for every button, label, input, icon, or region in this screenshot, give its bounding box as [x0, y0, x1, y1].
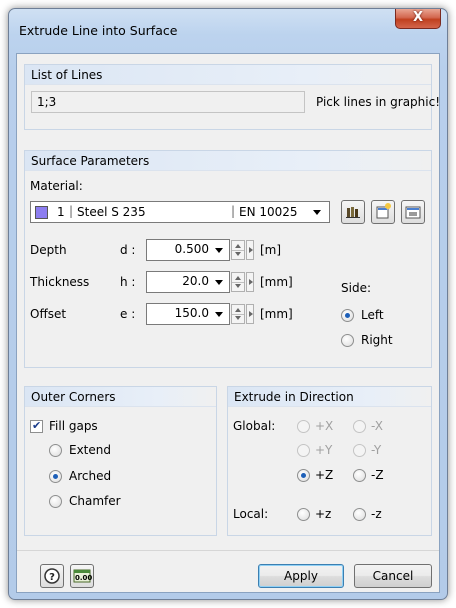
material-library-button[interactable] — [341, 200, 365, 224]
material-separator: | — [69, 204, 74, 218]
thickness-unit: [mm] — [260, 275, 293, 289]
footer-divider — [17, 550, 439, 551]
apply-button[interactable]: Apply — [258, 564, 344, 588]
list-of-lines-header: List of Lines — [25, 65, 431, 85]
chevron-down-icon — [215, 248, 223, 253]
global-minus-x-label: -X — [371, 419, 383, 433]
material-norm: EN 10025 — [239, 205, 298, 219]
side-left-radio[interactable] — [341, 309, 354, 322]
chevron-down-icon — [215, 280, 223, 285]
offset-symbol: e : — [120, 307, 136, 321]
corner-chamfer-label[interactable]: Chamfer — [69, 494, 121, 508]
thickness-value: 20.0 — [182, 274, 209, 288]
global-plus-x-radio[interactable] — [297, 420, 310, 433]
help-button[interactable]: ? — [40, 564, 64, 588]
dialog-client-area: List of Lines 1;3 Pick lines in graphic!… — [16, 53, 440, 593]
global-minus-z-label[interactable]: -Z — [371, 468, 384, 482]
material-label: Material: — [30, 179, 83, 193]
global-plus-y-label: +Y — [315, 443, 333, 457]
material-color-swatch — [35, 206, 48, 219]
global-plus-z-label[interactable]: +Z — [315, 468, 333, 482]
offset-step-button[interactable] — [246, 304, 254, 324]
depth-value: 0.500 — [174, 242, 209, 256]
surface-parameters-header: Surface Parameters — [25, 151, 431, 171]
close-icon: X — [412, 10, 424, 25]
offset-unit: [mm] — [260, 307, 293, 321]
side-label: Side: — [341, 281, 371, 295]
thickness-label: Thickness — [30, 275, 90, 289]
offset-spinner[interactable] — [231, 304, 245, 324]
fill-gaps-checkbox[interactable] — [30, 419, 43, 433]
side-right-label[interactable]: Right — [361, 333, 393, 347]
global-minus-y-label: -Y — [371, 443, 382, 457]
corner-extend-radio[interactable] — [49, 444, 62, 457]
chevron-down-icon — [313, 210, 321, 215]
svg-text:?: ? — [49, 572, 55, 583]
close-button[interactable]: X — [395, 9, 441, 29]
units-button[interactable]: 0.00 — [70, 564, 94, 588]
global-plus-z-radio[interactable] — [297, 469, 310, 482]
new-material-icon — [376, 203, 391, 219]
local-plus-z-label[interactable]: +z — [315, 507, 331, 521]
material-name: Steel S 235 — [77, 205, 146, 219]
material-number: 1 — [57, 205, 65, 219]
library-icon — [346, 207, 360, 218]
offset-input[interactable]: 150.0 — [146, 303, 230, 325]
dialog-window: Extrude Line into Surface X List of Line… — [8, 8, 448, 600]
local-minus-z-label[interactable]: -z — [371, 507, 382, 521]
local-minus-z-radio[interactable] — [353, 508, 366, 521]
corner-chamfer-radio[interactable] — [49, 495, 62, 508]
extrude-direction-header: Extrude in Direction — [228, 387, 431, 407]
thickness-spinner[interactable] — [231, 272, 245, 292]
local-plus-z-radio[interactable] — [297, 508, 310, 521]
new-material-button[interactable] — [371, 200, 395, 224]
pick-lines-link[interactable]: Pick lines in graphic! — [316, 95, 440, 109]
edit-material-icon — [405, 206, 421, 219]
cancel-button[interactable]: Cancel — [354, 564, 432, 588]
local-label: Local: — [233, 507, 269, 521]
depth-unit: [m] — [260, 243, 282, 257]
offset-label: Offset — [30, 307, 67, 321]
fill-gaps-label[interactable]: Fill gaps — [49, 419, 98, 433]
corner-arched-label[interactable]: Arched — [69, 469, 111, 483]
corner-arched-radio[interactable] — [49, 470, 62, 483]
surface-parameters-group: Surface Parameters Material: 1 | Steel S… — [24, 150, 432, 368]
edit-material-button[interactable] — [401, 200, 425, 224]
global-plus-x-label: +X — [315, 419, 334, 433]
offset-value: 150.0 — [174, 306, 209, 320]
global-minus-x-radio[interactable] — [353, 420, 366, 433]
global-plus-y-radio[interactable] — [297, 444, 310, 457]
outer-corners-group: Outer Corners Fill gaps Extend Arched Ch… — [24, 386, 217, 536]
side-right-radio[interactable] — [341, 334, 354, 347]
corner-extend-label[interactable]: Extend — [69, 443, 111, 457]
chevron-down-icon — [215, 312, 223, 317]
thickness-step-button[interactable] — [246, 272, 254, 292]
material-select[interactable]: 1 | Steel S 235 | EN 10025 — [30, 201, 330, 223]
thickness-input[interactable]: 20.0 — [146, 271, 230, 293]
outer-corners-header: Outer Corners — [25, 387, 216, 407]
depth-label: Depth — [30, 243, 67, 257]
material-separator-2: | — [231, 204, 236, 218]
units-icon-text: 0.00 — [75, 574, 93, 582]
lines-input[interactable]: 1;3 — [31, 91, 305, 113]
thickness-symbol: h : — [120, 275, 136, 289]
list-of-lines-group: List of Lines 1;3 Pick lines in graphic! — [24, 64, 440, 130]
side-left-label[interactable]: Left — [361, 308, 384, 322]
help-icon: ? — [44, 568, 60, 584]
extrude-direction-group: Extrude in Direction Global: +X -X +Y -Y… — [227, 386, 432, 536]
depth-step-button[interactable] — [246, 240, 254, 260]
title-bar: Extrude Line into Surface X — [9, 9, 447, 53]
global-minus-y-radio[interactable] — [353, 444, 366, 457]
global-label: Global: — [233, 419, 276, 433]
depth-spinner[interactable] — [231, 240, 245, 260]
depth-input[interactable]: 0.500 — [146, 239, 230, 261]
depth-symbol: d : — [120, 243, 136, 257]
global-minus-z-radio[interactable] — [353, 469, 366, 482]
window-title: Extrude Line into Surface — [19, 23, 178, 38]
